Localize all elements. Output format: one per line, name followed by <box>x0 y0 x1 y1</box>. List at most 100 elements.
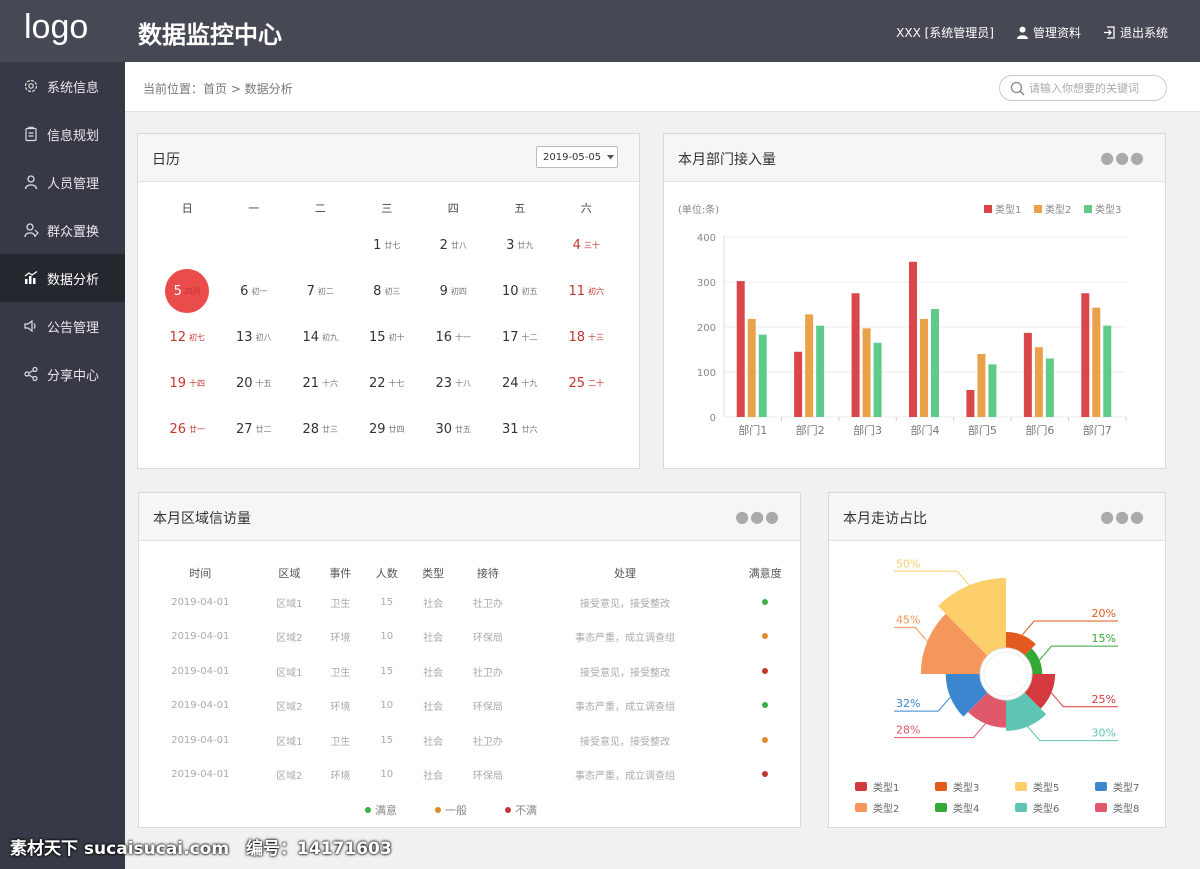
user-icon <box>1016 26 1028 39</box>
sidebar-item-personnel[interactable]: 人员管理 <box>0 158 125 206</box>
calendar-day[interactable]: 17 十二 <box>487 314 554 360</box>
table-cell: 区域1 <box>276 667 303 679</box>
table-row[interactable]: 2019-04-01 区域1 卫生 15 社会 社卫办 接受意见，接受整改 <box>139 585 800 620</box>
panel-title: 日历 <box>152 152 180 168</box>
panel-title: 本月走访占比 <box>843 511 927 527</box>
legend-item: 不满 <box>505 802 537 818</box>
bar <box>862 328 871 417</box>
calendar-day[interactable]: 27 廿二 <box>221 406 288 452</box>
table-row[interactable]: 2019-04-01 区域2 环境 10 社会 环保局 事态严重，成立调查组 <box>139 758 800 793</box>
legend-label: 类型1 <box>873 783 900 794</box>
table-row[interactable]: 2019-04-01 区域1 卫生 15 社会 社卫办 接受意见，接受整改 <box>139 654 800 689</box>
calendar-day[interactable]: 26 廿一 <box>154 406 221 452</box>
table-cell: 社会 <box>423 702 444 714</box>
column-header: 事件 <box>329 567 352 580</box>
day-number: 20 <box>235 375 253 391</box>
sidebar-item-announcement[interactable]: 公告管理 <box>0 302 125 350</box>
logout-link[interactable]: 退出系统 <box>1103 24 1168 41</box>
sidebar-item-system-info[interactable]: 系统信息 <box>0 62 125 110</box>
bar <box>966 390 975 417</box>
legend-label: 不满 <box>515 804 537 817</box>
sidebar-item-share[interactable]: 分享中心 <box>0 350 125 398</box>
calendar-day[interactable]: 16 十一 <box>420 314 487 360</box>
table-cell: 15 <box>380 596 394 608</box>
calendar-day[interactable]: 22 十七 <box>354 360 421 406</box>
calendar-day[interactable]: 4 三十 <box>553 222 620 268</box>
day-number: 18 <box>568 329 586 345</box>
calendar-day[interactable]: 23 十八 <box>420 360 487 406</box>
calendar-day[interactable]: 9 初四 <box>420 268 487 314</box>
calendar-day[interactable]: 6 初一 <box>221 268 288 314</box>
calendar-day[interactable]: 30 廿五 <box>420 406 487 452</box>
calendar-day[interactable]: 15 初十 <box>354 314 421 360</box>
app-title: 数据监控中心 <box>138 21 282 49</box>
calendar-day[interactable]: 1 廿七 <box>354 222 421 268</box>
date-select[interactable]: 2019-05-05 <box>536 146 618 168</box>
search-input[interactable] <box>1029 81 1159 95</box>
search-icon[interactable] <box>1010 81 1025 96</box>
satisfaction-legend: 满意 一般 不满 <box>365 802 537 818</box>
sidebar-item-replacement[interactable]: 群众置换 <box>0 206 125 254</box>
calendar-day[interactable]: 13 初八 <box>221 314 288 360</box>
table-row[interactable]: 2019-04-01 区域1 卫生 15 社会 社卫办 接受意见，接受整改 <box>139 723 800 758</box>
table-cell: 2019-04-01 <box>171 769 230 781</box>
calendar-day[interactable]: 11 初六 <box>553 268 620 314</box>
bar <box>1045 358 1054 417</box>
calendar-day[interactable]: 25 二十 <box>553 360 620 406</box>
bar <box>805 314 814 417</box>
weekday-label: 四 <box>447 202 459 215</box>
lunar-date: 廿四 <box>388 424 405 434</box>
calendar-day[interactable]: 5 四月 <box>154 268 221 314</box>
legend-dot <box>365 807 371 813</box>
legend-dot <box>435 807 441 813</box>
table-cell: 2019-04-01 <box>171 665 230 677</box>
table-cell: 事态严重，成立调查组 <box>574 771 675 783</box>
logo[interactable]: logo <box>24 8 88 47</box>
calendar-day[interactable]: 2 廿八 <box>420 222 487 268</box>
day-number: 9 <box>439 283 448 299</box>
table-cell <box>730 620 800 655</box>
calendar-day[interactable]: 20 十五 <box>221 360 288 406</box>
table-row[interactable]: 2019-04-01 区域2 环境 10 社会 环保局 事态严重，成立调查组 <box>139 620 800 655</box>
day-number: 27 <box>235 421 253 437</box>
calendar-day[interactable]: 12 初七 <box>154 314 221 360</box>
calendar-day[interactable]: 3 廿九 <box>487 222 554 268</box>
more-icon[interactable]: ●●● <box>1100 507 1145 526</box>
calendar-day[interactable]: 10 初五 <box>487 268 554 314</box>
panel-title: 本月部门接入量 <box>678 152 776 168</box>
calendar-day[interactable]: 21 十六 <box>287 360 354 406</box>
bar <box>1103 325 1112 417</box>
calendar-day[interactable]: 18 十三 <box>553 314 620 360</box>
calendar-day[interactable]: 8 初三 <box>354 268 421 314</box>
calendar-day[interactable]: 7 初二 <box>287 268 354 314</box>
lunar-date: 十二 <box>521 332 538 342</box>
lunar-date: 十一 <box>455 332 472 342</box>
day-number: 29 <box>368 421 386 437</box>
sidebar-item-data-analysis[interactable]: 数据分析 <box>0 254 125 302</box>
calendar-day[interactable]: 14 初九 <box>287 314 354 360</box>
satisfaction-dot <box>762 771 769 778</box>
calendar-day[interactable]: 29 廿四 <box>354 406 421 452</box>
slice-label: 15% <box>1092 632 1116 645</box>
more-icon[interactable]: ●●● <box>735 507 780 526</box>
legend-swatch <box>1015 803 1027 812</box>
table-cell: 15 <box>380 665 394 677</box>
sidebar-item-info-plan[interactable]: 信息规划 <box>0 110 125 158</box>
search-box[interactable] <box>999 75 1167 101</box>
day-number: 25 <box>568 375 586 391</box>
legend-label: 类型1 <box>995 203 1021 216</box>
calendar-day[interactable]: 28 廿三 <box>287 406 354 452</box>
table-cell: 社会 <box>423 771 444 783</box>
calendar-day[interactable]: 19 十四 <box>154 360 221 406</box>
lunar-date: 十九 <box>521 378 538 388</box>
calendar-day[interactable]: 31 廿六 <box>487 406 554 452</box>
table-row[interactable]: 2019-04-01 区域2 环境 10 社会 环保局 事态严重，成立调查组 <box>139 689 800 724</box>
calendar-day[interactable]: 24 十九 <box>487 360 554 406</box>
satisfaction-dot <box>762 667 769 674</box>
more-icon[interactable]: ●●● <box>1100 148 1145 167</box>
x-tick-label: 部门5 <box>968 423 997 437</box>
legend-item: 类型3 <box>935 779 1015 794</box>
profile-link[interactable]: 管理资料 <box>1016 24 1081 41</box>
table-cell: 2019-04-01 <box>171 596 230 608</box>
legend-swatch <box>984 205 992 213</box>
